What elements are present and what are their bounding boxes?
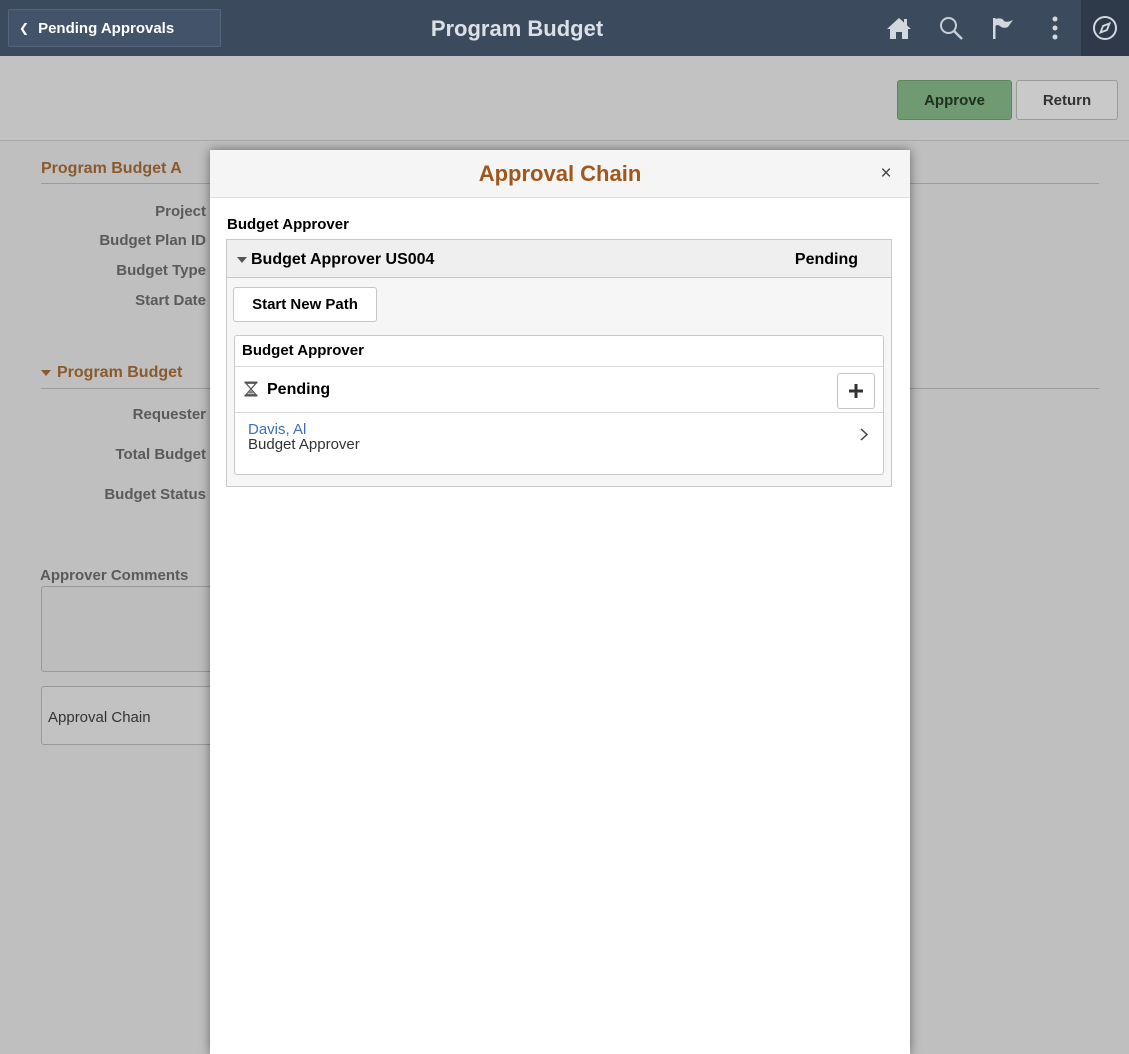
approval-group-header[interactable]: Budget Approver US004 Pending bbox=[227, 240, 891, 278]
banner-actions bbox=[873, 0, 1129, 56]
chevron-right-icon bbox=[860, 428, 869, 446]
collapse-triangle-icon bbox=[237, 257, 247, 263]
plus-icon bbox=[849, 384, 863, 398]
hourglass-icon bbox=[244, 381, 258, 402]
approval-stage: Budget Approver Pending Davis, Al Budget… bbox=[234, 335, 884, 475]
collapse-toggle-icon bbox=[41, 370, 51, 376]
search-icon[interactable] bbox=[925, 0, 977, 56]
field-label-budget-status: Budget Status bbox=[104, 486, 206, 503]
approval-group-status: Pending bbox=[794, 251, 858, 268]
start-new-path-button[interactable]: Start New Path bbox=[233, 287, 377, 322]
navbar-icon[interactable] bbox=[1081, 0, 1129, 56]
top-banner: ❮ Pending Approvals Program Budget bbox=[0, 0, 1129, 56]
field-label-budget-plan-id: Budget Plan ID bbox=[99, 232, 206, 249]
modal-title: Approval Chain bbox=[478, 161, 642, 186]
actions-menu-icon[interactable] bbox=[1029, 0, 1081, 56]
field-label-requester: Requester bbox=[132, 406, 206, 423]
approver-role: Budget Approver bbox=[248, 436, 360, 453]
flag-icon[interactable] bbox=[977, 0, 1029, 56]
page-toolbar: Approve Return bbox=[0, 56, 1129, 141]
chevron-left-icon: ❮ bbox=[19, 21, 30, 35]
back-button[interactable]: ❮ Pending Approvals bbox=[8, 9, 221, 47]
section-title-program-budget-approval: Program Budget A bbox=[41, 160, 182, 177]
section-title-program-budget[interactable]: Program Budget bbox=[41, 364, 182, 382]
add-approver-button[interactable] bbox=[837, 373, 875, 409]
approval-group: Budget Approver US004 Pending Start New … bbox=[226, 239, 892, 487]
approver-comments-label: Approver Comments bbox=[40, 567, 189, 584]
approval-chain-modal: Approval Chain × Budget Approver Budget … bbox=[210, 150, 910, 1054]
field-label-total-budget: Total Budget bbox=[115, 446, 206, 463]
return-button[interactable]: Return bbox=[1016, 80, 1118, 120]
back-button-label: Pending Approvals bbox=[38, 19, 175, 37]
field-label-start-date: Start Date bbox=[135, 292, 206, 309]
approval-stage-status: Pending bbox=[267, 381, 331, 398]
approver-row[interactable]: Davis, Al Budget Approver bbox=[235, 413, 883, 458]
approval-stage-status-row: Pending bbox=[235, 367, 883, 413]
approval-section-label: Budget Approver bbox=[227, 216, 349, 233]
field-label-budget-type: Budget Type bbox=[116, 262, 206, 279]
approval-group-toggle[interactable]: Budget Approver US004 bbox=[237, 251, 434, 269]
section-title-text: Program Budget bbox=[57, 364, 183, 381]
approval-stage-title: Budget Approver bbox=[235, 336, 883, 367]
approval-group-body: Start New Path Budget Approver Pending D… bbox=[227, 278, 891, 486]
approve-button[interactable]: Approve bbox=[897, 80, 1012, 120]
home-icon[interactable] bbox=[873, 0, 925, 56]
modal-header: Approval Chain × bbox=[210, 150, 910, 198]
approval-group-title: Budget Approver US004 bbox=[251, 251, 435, 268]
field-label-project: Project bbox=[155, 203, 206, 220]
close-icon[interactable]: × bbox=[876, 164, 896, 184]
page-title: Program Budget bbox=[430, 16, 604, 41]
